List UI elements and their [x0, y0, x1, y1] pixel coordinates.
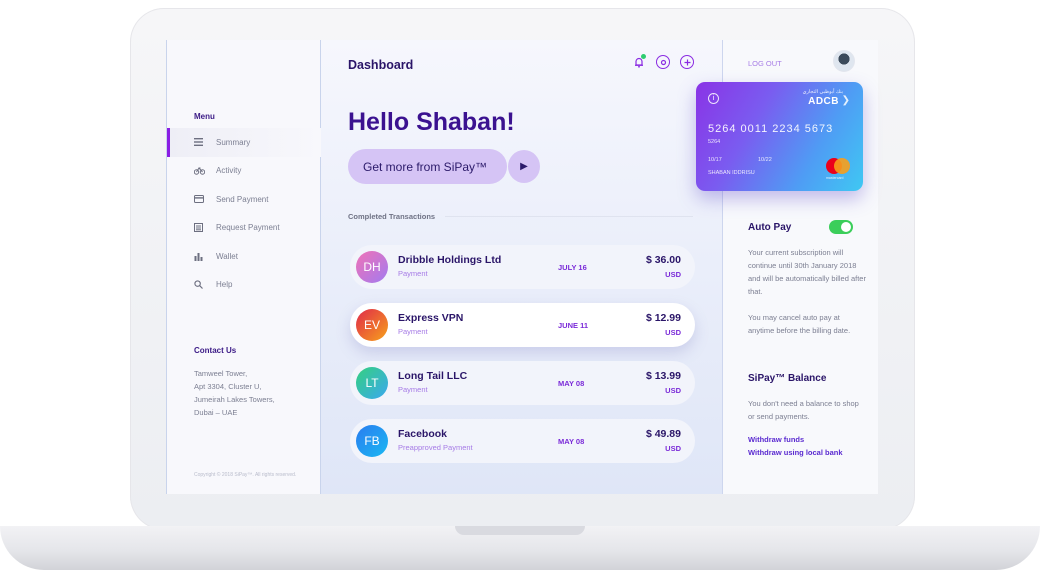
transaction-list: DH Dribble Holdings Ltd Payment JULY 16 … — [350, 245, 695, 477]
avatar: DH — [356, 251, 388, 283]
bar-chart-icon — [194, 252, 216, 261]
sidebar-item-send-payment[interactable]: Send Payment — [167, 185, 321, 214]
add-icon[interactable] — [680, 55, 694, 69]
card-number-small: 5264 — [708, 139, 721, 145]
transaction-type: Payment — [398, 269, 428, 278]
sidebar: Menu Summary Activity Send Payment Reque… — [166, 40, 321, 494]
address-line: Apt 3304, Cluster U, — [194, 382, 262, 391]
sidebar-item-label: Wallet — [216, 251, 238, 261]
sidebar-item-label: Activity — [216, 166, 242, 176]
user-avatar[interactable] — [833, 50, 855, 72]
withdraw-bank-link[interactable]: Withdraw using local bank — [748, 448, 843, 457]
play-icon: ▶ — [520, 161, 528, 172]
sidebar-item-wallet[interactable]: Wallet — [167, 242, 321, 271]
balance-note: You don't need a balance to shop or send… — [748, 399, 859, 421]
laptop-notch — [455, 526, 585, 535]
page-title: Dashboard — [348, 58, 414, 72]
info-icon[interactable]: i — [708, 93, 719, 104]
autopay-note: Your current subscription will continue … — [748, 248, 866, 296]
card-valid-from: 10/17 — [708, 157, 722, 163]
transaction-amount: $ 49.89 — [645, 428, 681, 440]
play-button[interactable]: ▶ — [508, 150, 540, 183]
transaction-type: Payment — [398, 385, 428, 394]
transaction-row[interactable]: FB Facebook Preapproved Payment MAY 08 $… — [350, 419, 695, 463]
sidebar-item-label: Request Payment — [216, 223, 280, 233]
sidebar-nav: Summary Activity Send Payment Request Pa… — [167, 128, 321, 299]
document-icon — [194, 223, 216, 233]
transaction-date: MAY 08 — [558, 379, 585, 388]
bank-chevron-icon: ❯ — [841, 95, 850, 106]
autopay-cancel-note: You may cancel auto pay at anytime befor… — [748, 313, 851, 335]
transaction-currency: USD — [665, 270, 681, 279]
transaction-name: Express VPN — [398, 312, 464, 324]
credit-card[interactable]: i بنك أبوظبي التجاري ADCB ❯ 5264 0011 22… — [696, 82, 863, 191]
autopay-toggle[interactable] — [829, 220, 853, 234]
section-title: Completed Transactions — [348, 212, 436, 221]
transaction-row[interactable]: LT Long Tail LLC Payment MAY 08 $ 13.99 … — [350, 361, 695, 405]
avatar: FB — [356, 425, 388, 457]
transaction-date: JUNE 11 — [558, 321, 589, 330]
card-valid-to: 10/22 — [758, 157, 772, 163]
transaction-row[interactable]: EV Express VPN Payment JUNE 11 $ 12.99 U… — [350, 303, 695, 347]
withdraw-funds-link[interactable]: Withdraw funds — [748, 435, 804, 444]
sidebar-item-help[interactable]: Help — [167, 271, 321, 300]
sidebar-item-activity[interactable]: Activity — [167, 157, 321, 186]
transaction-amount: $ 12.99 — [645, 312, 681, 324]
transaction-name: Facebook — [398, 428, 448, 440]
header-actions — [632, 54, 694, 69]
transaction-amount: $ 13.99 — [645, 370, 681, 382]
transaction-currency: USD — [665, 444, 681, 453]
avatar: EV — [356, 309, 388, 341]
sidebar-item-label: Summary — [216, 137, 251, 147]
sidebar-item-label: Help — [216, 280, 233, 290]
card-number: 5264 0011 2234 5673 — [708, 123, 834, 135]
toggle-knob — [841, 222, 851, 232]
contact-title: Contact Us — [194, 346, 237, 355]
autopay-title: Auto Pay — [748, 222, 792, 233]
transaction-name: Long Tail LLC — [398, 370, 468, 382]
transaction-date: MAY 08 — [558, 437, 585, 446]
greeting: Hello Shaban! — [348, 108, 515, 136]
transaction-amount: $ 36.00 — [645, 254, 681, 266]
sidebar-item-request-payment[interactable]: Request Payment — [167, 214, 321, 243]
contact-address: Tamweel Tower, Apt 3304, Cluster U, Jume… — [194, 367, 309, 419]
bicycle-icon — [194, 166, 216, 175]
search-icon — [194, 280, 216, 290]
transaction-name: Dribble Holdings Ltd — [398, 254, 502, 266]
main-panel: Dashboard Hello Shaban! Get more from Si… — [321, 40, 723, 494]
get-more-button[interactable]: Get more from SiPay™ — [348, 149, 507, 184]
settings-icon[interactable] — [656, 55, 670, 69]
transaction-date: JULY 16 — [558, 263, 587, 272]
laptop-mockup: Menu Summary Activity Send Payment Reque… — [0, 0, 1040, 580]
bank-name-arabic: بنك أبوظبي التجاري — [802, 89, 843, 95]
address-line: Tamweel Tower, — [194, 369, 248, 378]
bank-logo: ADCB — [808, 96, 839, 107]
list-icon — [194, 138, 216, 147]
mastercard-label: mastercard — [826, 176, 844, 180]
transaction-currency: USD — [665, 386, 681, 395]
notification-dot — [641, 54, 646, 59]
menu-title: Menu — [194, 112, 215, 121]
card-holder: SHABAN IDDRISU — [708, 170, 755, 176]
section-divider — [445, 216, 693, 217]
transaction-type: Preapproved Payment — [398, 443, 473, 452]
transaction-row[interactable]: DH Dribble Holdings Ltd Payment JULY 16 … — [350, 245, 695, 289]
bell-icon[interactable] — [632, 54, 646, 69]
card-icon — [194, 195, 216, 204]
address-line: Jumeirah Lakes Towers, — [194, 395, 275, 404]
mastercard-icon — [826, 158, 850, 174]
avatar: LT — [356, 367, 388, 399]
transaction-type: Payment — [398, 327, 428, 336]
transaction-currency: USD — [665, 328, 681, 337]
sidebar-item-label: Send Payment — [216, 194, 269, 204]
address-line: Dubai – UAE — [194, 408, 238, 417]
sidebar-item-summary[interactable]: Summary — [167, 128, 321, 157]
balance-title: SiPay™ Balance — [748, 373, 827, 384]
copyright: Copyright © 2018 SiPay™. All rights rese… — [194, 472, 297, 478]
logout-link[interactable]: LOG OUT — [748, 59, 782, 68]
